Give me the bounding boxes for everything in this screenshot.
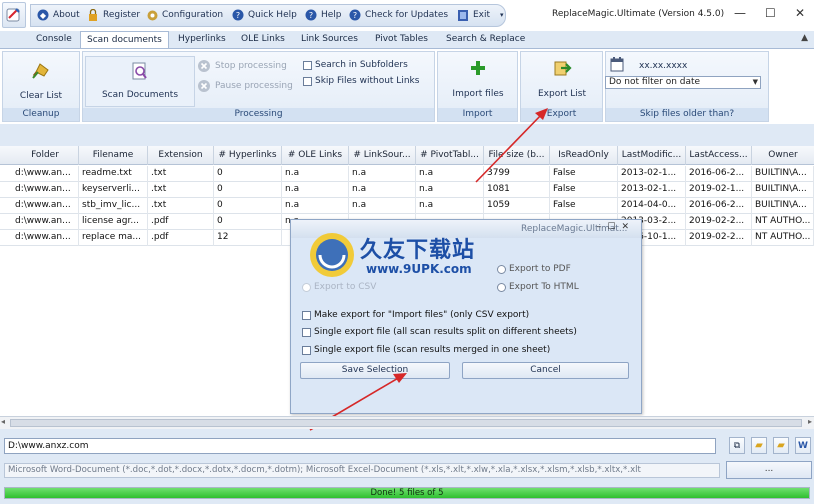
path-input[interactable]: D:\www.anxz.com	[4, 438, 716, 454]
folder-icon: ▰	[755, 440, 763, 451]
folder-open-icon: ▰	[777, 440, 785, 451]
copy-path-button[interactable]: ⧉	[729, 437, 745, 454]
file-type-filter[interactable]: Microsoft Word-Document (*.doc,*.dot,*.d…	[4, 463, 720, 478]
scroll-left-icon[interactable]: ◂	[1, 417, 5, 426]
filter-browse-button[interactable]: ...	[726, 461, 812, 479]
horizontal-scrollbar[interactable]: ◂ ▸	[0, 416, 814, 429]
word-document-button[interactable]: W	[795, 437, 811, 454]
progress-bar: Done! 5 files of 5	[4, 487, 810, 499]
word-icon: W	[798, 440, 808, 451]
scrollbar-thumb[interactable]	[10, 419, 802, 427]
arrow-to-export	[475, 112, 544, 183]
browse-folder-button[interactable]: ▰	[773, 437, 789, 454]
status-text: Done! 5 files of 5	[370, 488, 444, 498]
open-folder-button[interactable]: ▰	[751, 437, 767, 454]
arrow-head-icon	[393, 373, 407, 383]
scroll-right-icon[interactable]: ▸	[808, 417, 812, 426]
copy-icon: ⧉	[733, 440, 741, 451]
